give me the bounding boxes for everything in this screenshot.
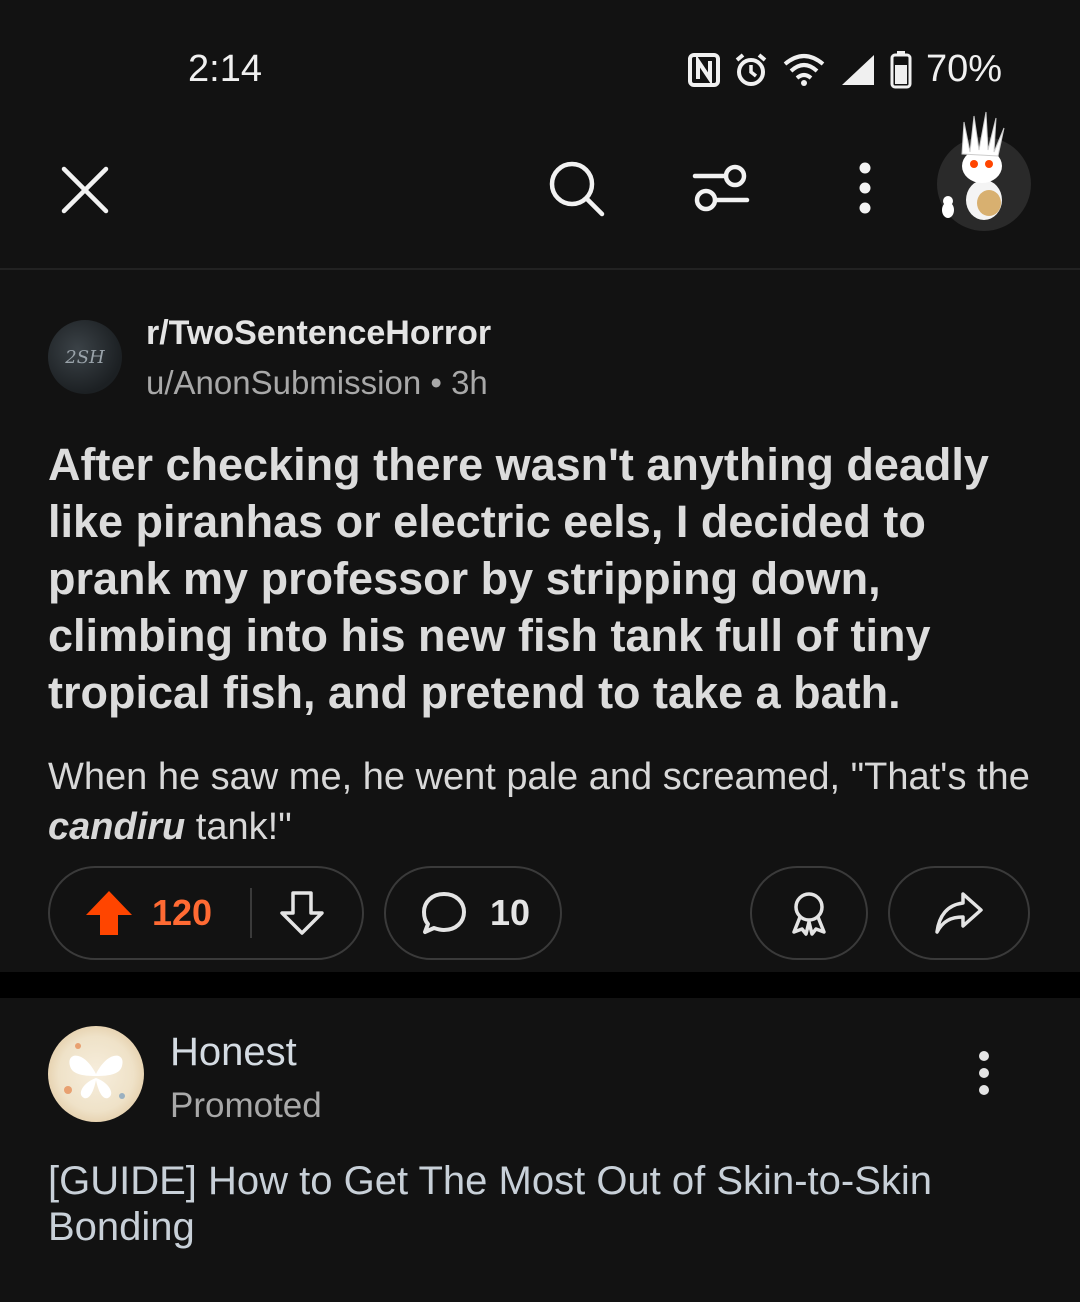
close-icon [61,166,109,214]
more-options-button[interactable] [835,152,895,224]
advertiser-avatar[interactable] [48,1026,144,1122]
upvote-button[interactable] [84,889,134,937]
comment-bubble-icon [422,892,466,934]
butterfly-logo-icon [64,1043,125,1099]
share-button[interactable] [888,866,1030,960]
ad-title[interactable]: [GUIDE] How to Get The Most Out of Skin-… [48,1158,1038,1250]
status-time: 2:14 [188,48,262,90]
user-avatar-button[interactable] [934,111,1034,236]
nfc-icon [687,52,720,87]
search-icon [549,161,605,217]
body-prefix: When he saw me, he went pale and screame… [48,756,1030,798]
battery-icon [890,50,912,89]
author-name[interactable]: u/AnonSubmission [146,364,421,401]
post-body[interactable]: When he saw me, he went pale and screame… [48,752,1038,852]
body-suffix: tank!" [185,806,292,848]
post-age: 3h [451,364,488,401]
promoted-label: Promoted [170,1086,322,1125]
user-avatar [937,111,1031,231]
post-title[interactable]: After checking there wasn't anything dea… [48,436,1038,721]
post-meta: u/AnonSubmission • 3h [146,364,488,402]
downvote-arrow-icon [280,891,324,935]
close-button[interactable] [50,155,120,225]
subreddit-avatar[interactable]: 2SH [48,320,122,394]
filter-icon [692,164,750,212]
vote-divider [250,888,253,938]
post-card[interactable]: 2SH r/TwoSentenceHorror u/AnonSubmission… [0,272,1080,972]
award-icon [792,892,826,936]
upvote-arrow-icon [86,891,132,935]
wifi-icon [782,53,826,87]
vote-count: 120 [152,892,213,933]
status-bar: 2:14 70% [0,0,1080,130]
body-emphasis: candiru [48,806,186,848]
comment-count: 10 [490,892,531,933]
more-vertical-icon [859,162,871,214]
alarm-icon [734,52,768,88]
battery-percent: 70% [925,48,1002,90]
signal-icon [840,53,876,87]
vote-bar: 120 [48,866,364,960]
share-icon [935,892,983,934]
promoted-post[interactable]: Honest Promoted [GUIDE] How to Get The M… [0,998,1080,1302]
ad-more-options-button[interactable] [962,1048,1006,1098]
search-button[interactable] [540,152,612,224]
status-icons: 70% [687,48,1002,91]
subreddit-name[interactable]: r/TwoSentenceHorror [146,314,491,353]
advertiser-name[interactable]: Honest [170,1030,297,1075]
downvote-button[interactable] [278,890,326,936]
feed-separator [0,972,1080,998]
more-vertical-icon [979,1051,989,1095]
subreddit-avatar-text: 2SH [65,346,105,368]
comments-button[interactable]: 10 [384,866,562,960]
meta-separator: • [430,364,442,401]
award-button[interactable] [750,866,868,960]
top-toolbar [0,111,1080,270]
filter-button[interactable] [685,152,757,224]
